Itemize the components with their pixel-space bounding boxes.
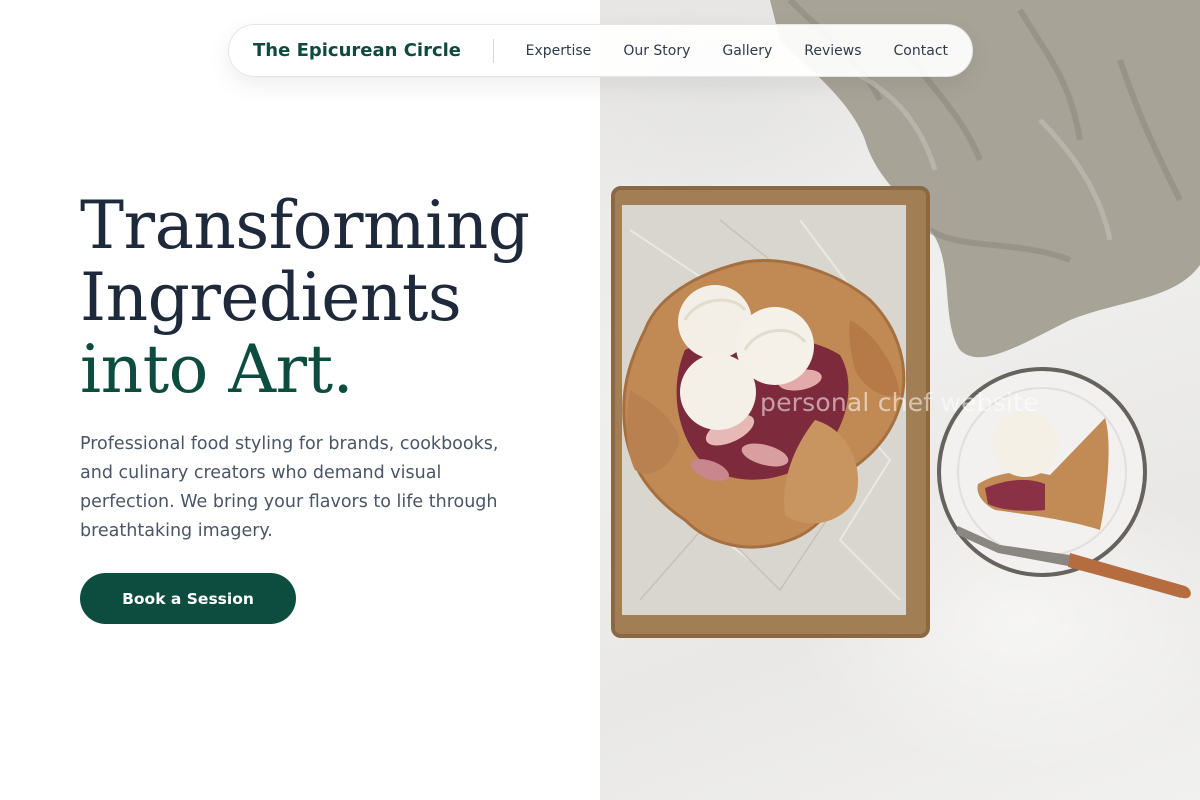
- hero-food-photo: personal chef website: [600, 0, 1200, 800]
- nav-link-expertise[interactable]: Expertise: [526, 43, 592, 59]
- headline-line-3-accent: into Art.: [80, 331, 354, 408]
- headline-line-2: Ingredients: [80, 259, 462, 336]
- brand-logo-link[interactable]: The Epicurean Circle: [253, 40, 461, 61]
- nav-link-contact[interactable]: Contact: [894, 43, 948, 59]
- hero-headline: Transforming Ingredients into Art.: [80, 190, 580, 406]
- top-navigation: The Epicurean Circle Expertise Our Story…: [228, 24, 973, 77]
- nav-divider: [493, 38, 494, 63]
- nav-link-our-story[interactable]: Our Story: [623, 43, 690, 59]
- book-session-button[interactable]: Book a Session: [80, 573, 296, 624]
- landing-page: personal chef website The Epicurean Circ…: [0, 0, 1200, 800]
- nav-link-gallery[interactable]: Gallery: [722, 43, 772, 59]
- headline-line-1: Transforming: [80, 187, 530, 264]
- hero-description: Professional food styling for brands, co…: [80, 434, 499, 541]
- image-watermark: personal chef website: [760, 388, 1039, 417]
- nav-link-reviews[interactable]: Reviews: [804, 43, 861, 59]
- nav-links: Expertise Our Story Gallery Reviews Cont…: [526, 43, 948, 59]
